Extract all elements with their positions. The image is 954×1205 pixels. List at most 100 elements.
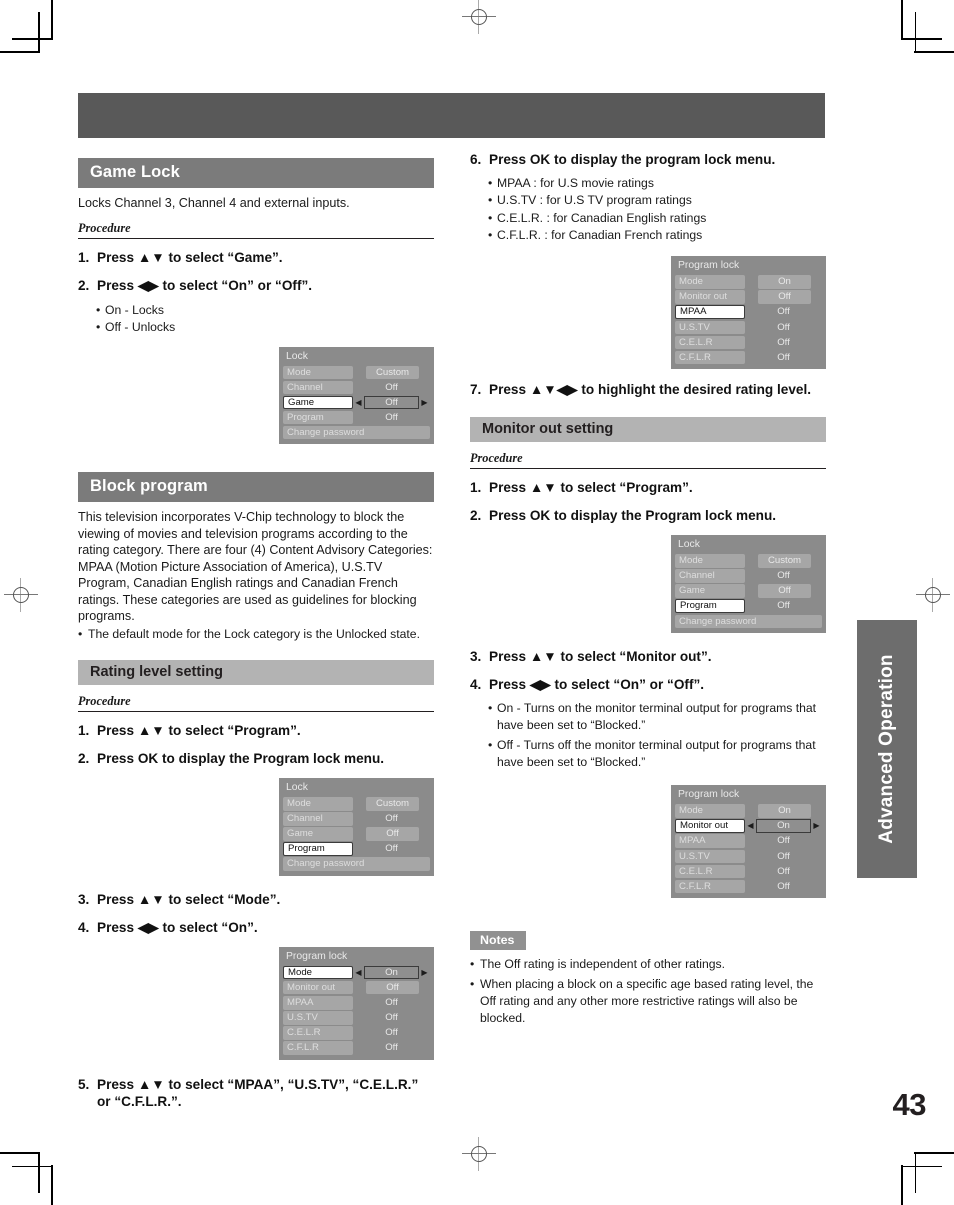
- bullet-dot-icon: •: [470, 957, 475, 972]
- osd-lock-menu-rating: LockMode◀Custom▶Channel◀Off▶Game◀Off▶Pro…: [279, 778, 434, 876]
- osd-right-arrow-icon[interactable]: ▶: [811, 819, 822, 833]
- osd-right-arrow-icon: ▶: [811, 275, 822, 289]
- osd-left-arrow-icon[interactable]: ◀: [353, 396, 364, 410]
- osd-menu-row[interactable]: Channel◀ Off ▶: [675, 569, 822, 583]
- osd-left-arrow-icon: ◀: [745, 290, 756, 304]
- osd-menu-row[interactable]: U.S.TV◀ Off ▶: [283, 1011, 430, 1025]
- osd-left-arrow-icon: ◀: [745, 599, 756, 613]
- osd-right-arrow-icon: ▶: [419, 981, 430, 995]
- bullet-item: • On - Turns on the monitor terminal out…: [470, 700, 826, 735]
- osd-menu-row[interactable]: C.F.L.R◀ Off ▶: [283, 1041, 430, 1055]
- osd-row-label: Channel: [283, 380, 353, 395]
- osd-menu-row[interactable]: Mode◀On▶: [283, 965, 430, 980]
- osd-right-arrow-icon: ▶: [419, 381, 430, 395]
- section-heading-rating-level: Rating level setting: [78, 660, 434, 686]
- osd-lock-menu-game: LockMode◀Custom▶Channel◀Off▶Game◀Off▶Pro…: [279, 346, 434, 445]
- notes-list: • The Off rating is independent of other…: [470, 956, 826, 1027]
- osd-left-arrow-icon[interactable]: ◀: [353, 966, 364, 980]
- osd-row-value: Off: [385, 997, 398, 1009]
- osd-menu-row[interactable]: Game◀Off▶: [283, 395, 430, 410]
- osd-menu-row[interactable]: Mode◀On▶: [675, 275, 822, 289]
- osd-right-arrow-icon: ▶: [419, 812, 430, 826]
- osd-menu-row[interactable]: Channel◀ Off ▶: [283, 812, 430, 826]
- osd-row-label: C.E.L.R: [675, 335, 745, 350]
- osd-menu-row[interactable]: C.F.L.R◀ Off ▶: [675, 879, 822, 894]
- osd-menu-row[interactable]: U.S.TV◀ Off ▶: [675, 849, 822, 864]
- osd-row-label: Game: [283, 395, 353, 410]
- page-header-bar: [78, 93, 825, 138]
- crop-mark-bl-h2: [12, 1165, 52, 1167]
- bullet-dot-icon: •: [470, 976, 475, 991]
- osd-menu-row[interactable]: U.S.TV◀ Off ▶: [675, 320, 822, 335]
- bullet-dot-icon: •: [96, 320, 101, 335]
- osd-menu-row[interactable]: C.E.L.R◀ Off ▶: [675, 864, 822, 879]
- procedure-label-game-lock: Procedure: [78, 221, 434, 239]
- osd-menu-row[interactable]: Mode◀Custom▶: [283, 797, 430, 811]
- osd-left-arrow-icon: ◀: [745, 584, 756, 598]
- osd-right-arrow-icon[interactable]: ▶: [419, 966, 430, 980]
- registration-mark-left: [4, 578, 38, 612]
- bullet-item: • The Off rating is independent of other…: [470, 956, 826, 973]
- osd-menu-row[interactable]: Program◀ Off ▶: [283, 842, 430, 856]
- step-number: 2.: [470, 508, 482, 524]
- step-text: Press OK to display the Program lock men…: [489, 508, 777, 524]
- block-program-paragraph: This television incorporates V-Chip tech…: [78, 510, 433, 624]
- osd-menu-row[interactable]: MPAA◀ Off ▶: [283, 996, 430, 1010]
- bullet-item: • When placing a block on a specific age…: [470, 976, 826, 1028]
- osd-row-label: Monitor out: [675, 290, 745, 304]
- step-item: 2. Press ◀▶ to select “On” or “Off”.: [78, 278, 434, 295]
- step-item: 3. Press ▲▼ to select “Mode”.: [78, 892, 434, 909]
- crop-mark-tl-v2: [38, 12, 40, 52]
- osd-row-label: Mode: [675, 554, 745, 568]
- crop-mark-bl-v2: [38, 1153, 40, 1193]
- game-lock-intro: Locks Channel 3, Channel 4 and external …: [78, 196, 350, 210]
- side-tab-advanced-operation: Advanced Operation: [857, 620, 917, 878]
- osd-menu-row[interactable]: Mode◀On▶: [675, 804, 822, 818]
- osd-menu-row[interactable]: Channel◀ Off ▶: [283, 380, 430, 395]
- osd-row-value: Off: [777, 306, 790, 318]
- osd-menu-row[interactable]: C.E.L.R◀ Off ▶: [283, 1026, 430, 1040]
- crop-mark-br-h2: [902, 1165, 942, 1167]
- step-number: 1.: [470, 480, 482, 496]
- osd-row-value: Off: [777, 850, 790, 862]
- osd-menu-row[interactable]: Monitor out◀Off▶: [675, 290, 822, 304]
- page-number: 43: [892, 1087, 927, 1122]
- osd-menu-row[interactable]: Change password: [675, 614, 822, 628]
- step-number: 1.: [78, 723, 90, 739]
- osd-row-label: Monitor out: [283, 980, 353, 995]
- osd-menu-row[interactable]: Mode◀Custom▶: [675, 554, 822, 568]
- osd-menu-row[interactable]: Game◀Off▶: [675, 584, 822, 598]
- step-text: Press ▲▼ to select “Program”.: [489, 480, 693, 496]
- monitor-out-bullets: • On - Turns on the monitor terminal out…: [470, 700, 826, 771]
- step-item: 2. Press OK to display the Program lock …: [470, 508, 826, 525]
- osd-left-arrow-icon: ◀: [353, 842, 364, 856]
- osd-menu-row[interactable]: MPAA◀ Off ▶: [675, 305, 822, 319]
- osd-left-arrow-icon: ◀: [353, 381, 364, 395]
- osd-menu-row[interactable]: Monitor out ◀ On ▶: [675, 819, 822, 833]
- osd-menu-row[interactable]: Change password: [283, 425, 430, 440]
- bullet-text: The default mode for the Lock category i…: [88, 626, 420, 641]
- osd-menu-row[interactable]: Program◀ Off ▶: [675, 599, 822, 613]
- osd-menu-row[interactable]: Game◀Off▶: [283, 827, 430, 841]
- osd-menu-row[interactable]: C.F.L.R◀ Off ▶: [675, 350, 822, 365]
- bullet-item: • C.E.L.R. : for Canadian English rating…: [470, 210, 826, 227]
- osd-menu-row[interactable]: Change password: [283, 857, 430, 871]
- bullet-dot-icon: •: [488, 193, 493, 208]
- osd-row-value: On: [758, 804, 811, 818]
- osd-menu-row[interactable]: Mode◀Custom▶: [283, 365, 430, 380]
- bullet-dot-icon: •: [488, 210, 493, 225]
- osd-row-label: MPAA: [675, 305, 745, 319]
- step-item: 3. Press ▲▼ to select “Monitor out”.: [470, 649, 826, 666]
- osd-right-arrow-icon[interactable]: ▶: [419, 396, 430, 410]
- osd-left-arrow-icon: ◀: [745, 834, 756, 848]
- section-heading-monitor-out: Monitor out setting: [470, 417, 826, 443]
- osd-menu-row[interactable]: Program◀ Off ▶: [283, 410, 430, 425]
- osd-menu-row[interactable]: MPAA◀ Off ▶: [675, 834, 822, 848]
- osd-left-arrow-icon: ◀: [353, 827, 364, 841]
- osd-right-arrow-icon: ▶: [811, 804, 822, 818]
- osd-left-arrow-icon[interactable]: ◀: [745, 819, 756, 833]
- osd-menu-row[interactable]: Monitor out◀Off▶: [283, 980, 430, 995]
- osd-row-label: U.S.TV: [675, 849, 745, 864]
- osd-row-label: Mode: [283, 965, 353, 980]
- osd-menu-row[interactable]: C.E.L.R◀ Off ▶: [675, 335, 822, 350]
